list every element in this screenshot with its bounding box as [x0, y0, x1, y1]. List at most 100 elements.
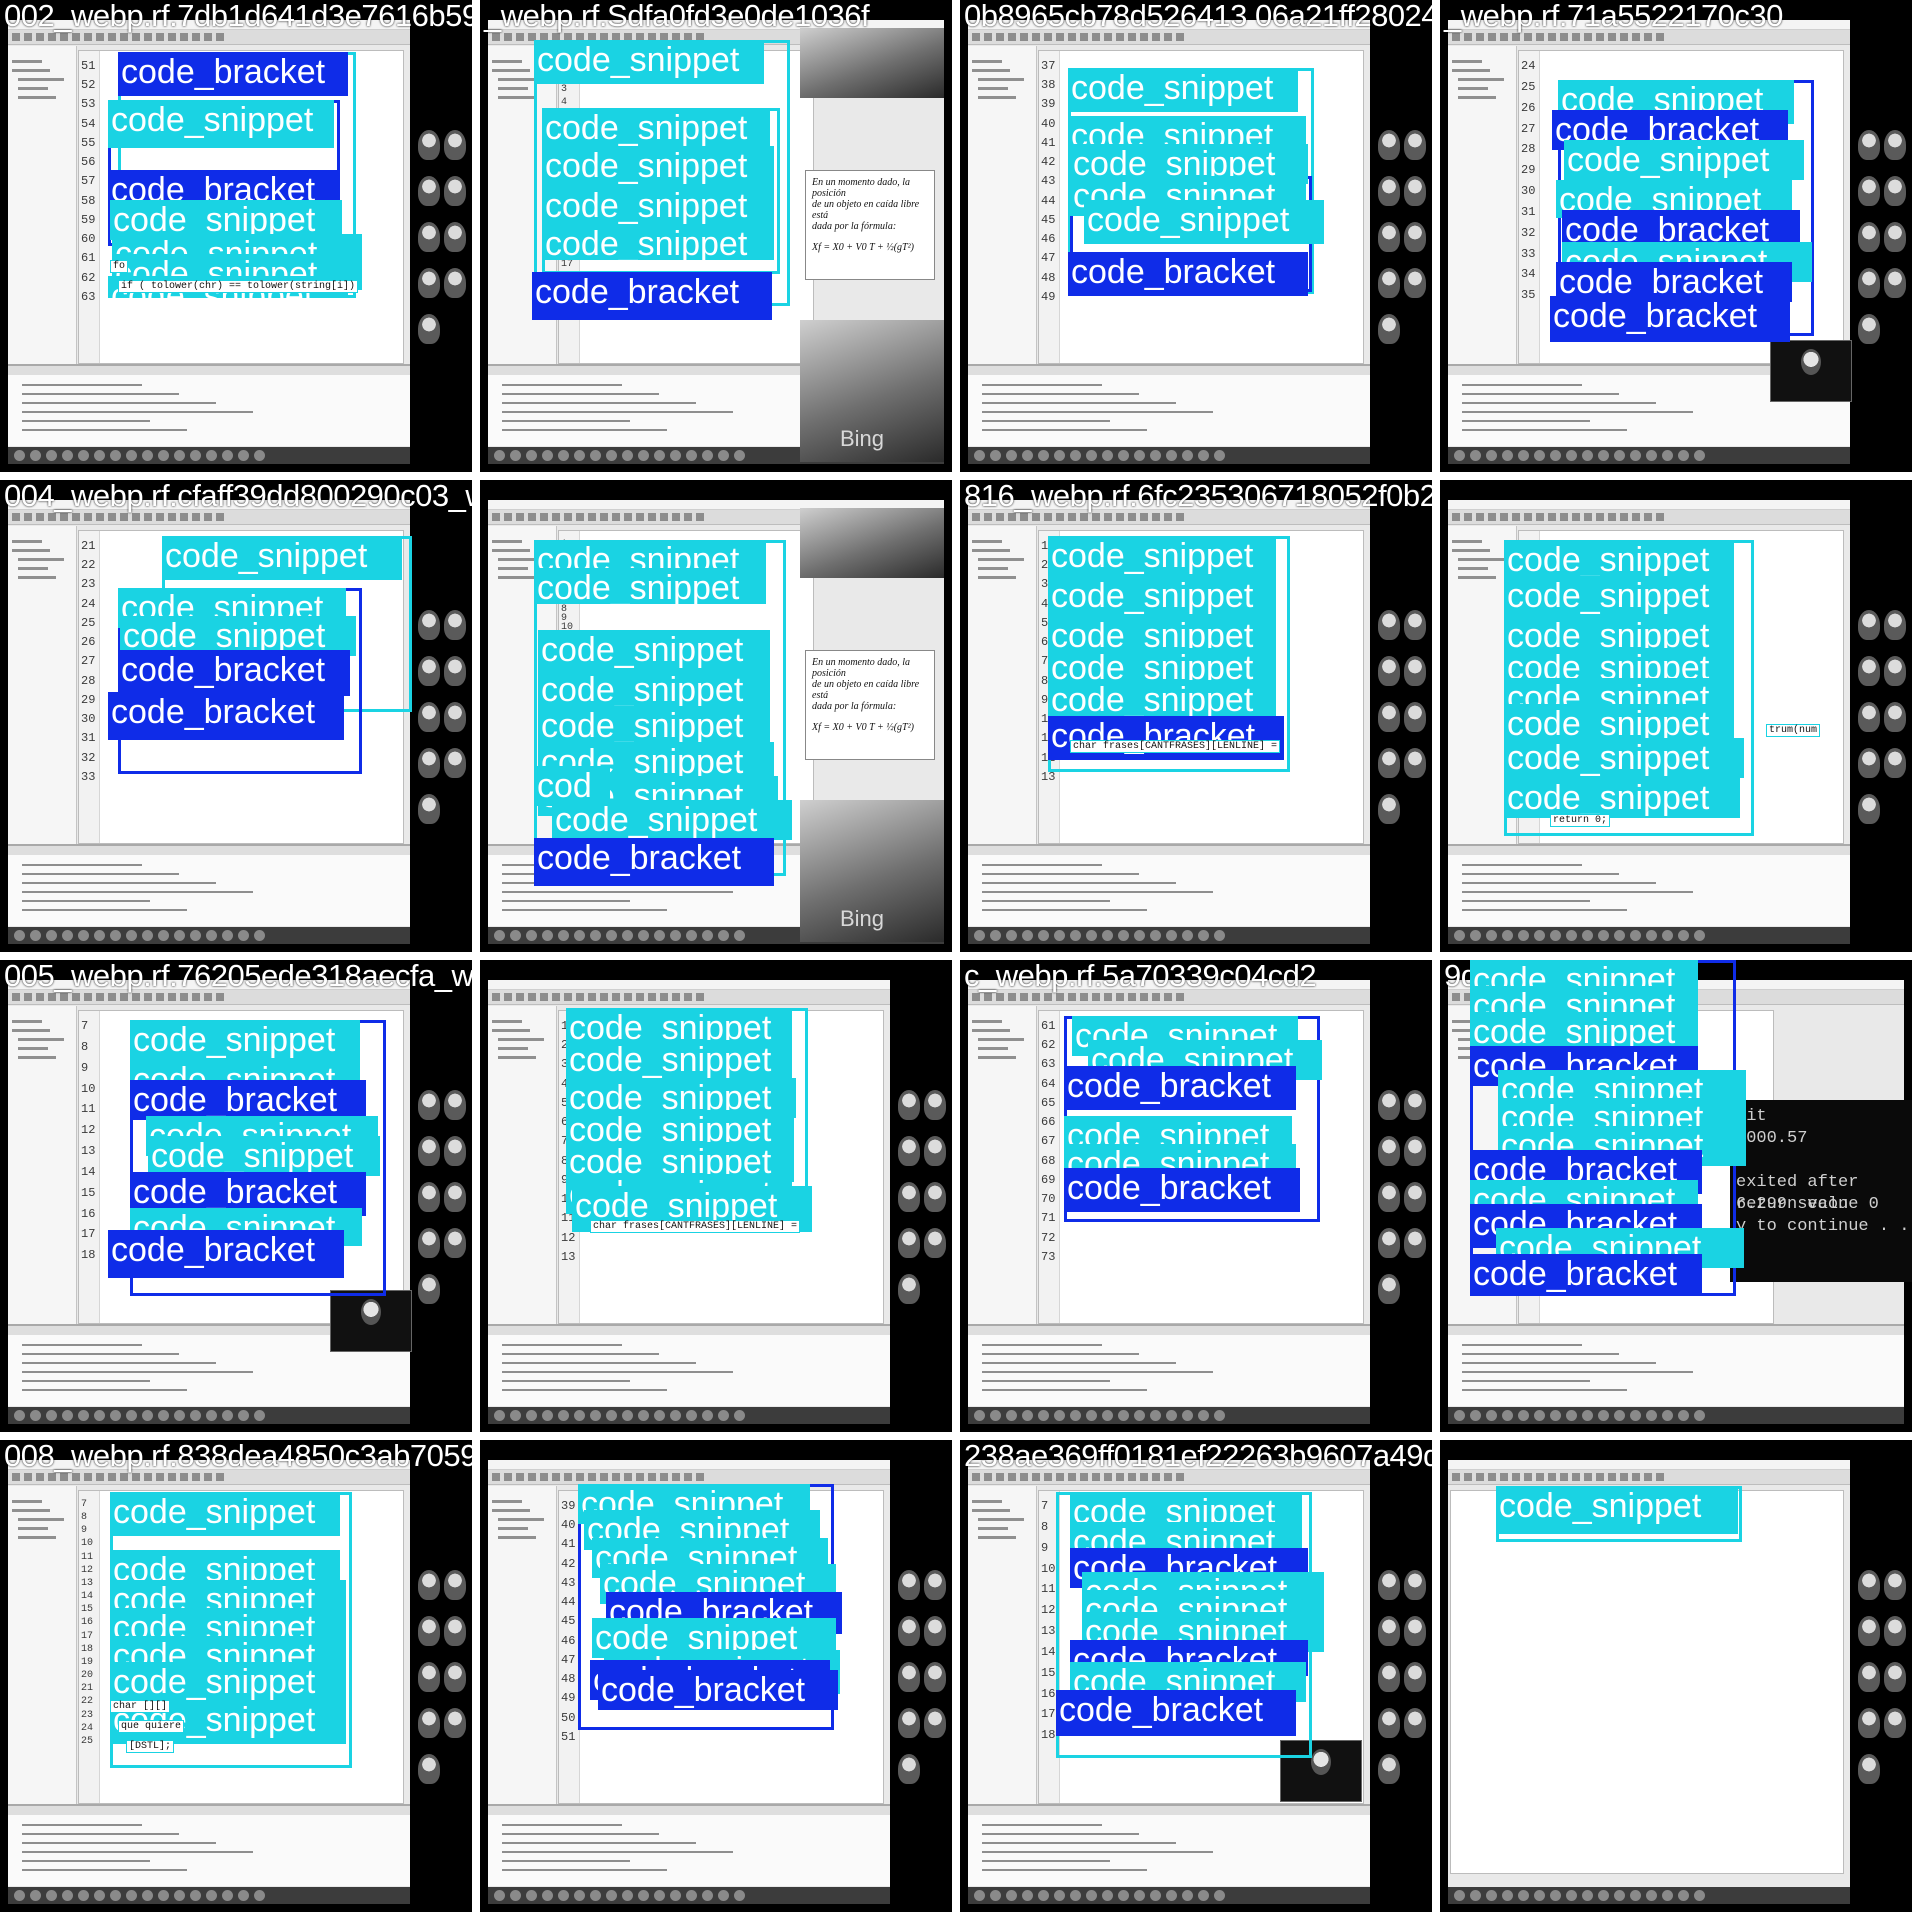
tree-item[interactable] — [492, 540, 522, 543]
taskbar-app-icon[interactable] — [30, 930, 41, 941]
toolbar-button-icon[interactable] — [1176, 993, 1184, 1001]
taskbar-app-icon[interactable] — [1134, 1410, 1145, 1421]
toolbar-button-icon[interactable] — [1512, 513, 1520, 521]
toolbar-button-icon[interactable] — [1488, 1473, 1496, 1481]
toolbar-button-icon[interactable] — [1020, 993, 1028, 1001]
toolbar-button-icon[interactable] — [1008, 1473, 1016, 1481]
taskbar-app-icon[interactable] — [1086, 930, 1097, 941]
taskbar-app-icon[interactable] — [1518, 1890, 1529, 1901]
tree-item[interactable] — [1458, 567, 1488, 570]
taskbar-app-icon[interactable] — [110, 450, 121, 461]
taskbar-app-icon[interactable] — [190, 450, 201, 461]
toolbar-button-icon[interactable] — [1500, 1473, 1508, 1481]
taskbar-app-icon[interactable] — [590, 1410, 601, 1421]
tree-item[interactable] — [972, 540, 1002, 543]
taskbar-app-icon[interactable] — [1086, 1890, 1097, 1901]
taskbar-app-icon[interactable] — [526, 1890, 537, 1901]
menu-bar[interactable] — [488, 980, 890, 990]
taskbar-app-icon[interactable] — [734, 1410, 745, 1421]
tree-item[interactable] — [12, 1500, 42, 1503]
taskbar-app-icon[interactable] — [1566, 1890, 1577, 1901]
tree-item[interactable] — [498, 567, 528, 570]
toolbar-button-icon[interactable] — [60, 513, 68, 521]
toolbar-button-icon[interactable] — [1500, 33, 1508, 41]
taskbar-app-icon[interactable] — [110, 1890, 121, 1901]
taskbar-app-icon[interactable] — [1582, 930, 1593, 941]
tree-item[interactable] — [18, 567, 48, 570]
tree-item[interactable] — [978, 1038, 1024, 1041]
toolbar-button-icon[interactable] — [72, 993, 80, 1001]
toolbar-button-icon[interactable] — [24, 513, 32, 521]
toolbar-button-icon[interactable] — [1476, 33, 1484, 41]
taskbar-app-icon[interactable] — [1550, 450, 1561, 461]
taskbar-app-icon[interactable] — [222, 1410, 233, 1421]
taskbar-app-icon[interactable] — [590, 1890, 601, 1901]
taskbar-app-icon[interactable] — [1614, 450, 1625, 461]
taskbar-app-icon[interactable] — [1070, 1410, 1081, 1421]
toolbar-button-icon[interactable] — [1056, 1473, 1064, 1481]
taskbar-app-icon[interactable] — [1022, 450, 1033, 461]
tree-item[interactable] — [492, 1500, 522, 1503]
toolbar-button-icon[interactable] — [1620, 513, 1628, 521]
taskbar-app-icon[interactable] — [1198, 930, 1209, 941]
toolbar-button-icon[interactable] — [588, 1473, 596, 1481]
toolbar-button-icon[interactable] — [1080, 33, 1088, 41]
tree-item[interactable] — [978, 1536, 1016, 1539]
taskbar-app-icon[interactable] — [1550, 1890, 1561, 1901]
toolbar-button-icon[interactable] — [516, 513, 524, 521]
toolbar-button-icon[interactable] — [1080, 993, 1088, 1001]
toolbar-button-icon[interactable] — [576, 513, 584, 521]
taskbar-app-icon[interactable] — [1150, 450, 1161, 461]
taskbar-app-icon[interactable] — [718, 450, 729, 461]
toolbar-button-icon[interactable] — [60, 993, 68, 1001]
toolbar-button-icon[interactable] — [1140, 513, 1148, 521]
toolbar-button-icon[interactable] — [672, 513, 680, 521]
taskbar-app-icon[interactable] — [142, 1890, 153, 1901]
taskbar-app-icon[interactable] — [558, 1410, 569, 1421]
toolbar-button-icon[interactable] — [504, 513, 512, 521]
taskbar-app-icon[interactable] — [670, 930, 681, 941]
taskbar-app-icon[interactable] — [574, 1410, 585, 1421]
taskbar-app-icon[interactable] — [1646, 1890, 1657, 1901]
taskbar-app-icon[interactable] — [1214, 450, 1225, 461]
toolbar-button-icon[interactable] — [588, 993, 596, 1001]
toolbar-button-icon[interactable] — [84, 513, 92, 521]
tree-item[interactable] — [492, 1020, 522, 1023]
toolbar-button-icon[interactable] — [1044, 1473, 1052, 1481]
toolbar-button-icon[interactable] — [192, 33, 200, 41]
taskbar-app-icon[interactable] — [1694, 1890, 1705, 1901]
toolbar-button-icon[interactable] — [120, 513, 128, 521]
toolbar-button-icon[interactable] — [492, 1473, 500, 1481]
tree-item[interactable] — [978, 576, 1016, 579]
toolbar-button-icon[interactable] — [564, 513, 572, 521]
toolbar-button-icon[interactable] — [120, 33, 128, 41]
toolbar-button-icon[interactable] — [1560, 1473, 1568, 1481]
toolbar-button-icon[interactable] — [1116, 1473, 1124, 1481]
tree-item[interactable] — [18, 96, 56, 99]
tree-item[interactable] — [978, 1056, 1016, 1059]
taskbar-app-icon[interactable] — [1470, 930, 1481, 941]
taskbar-app-icon[interactable] — [558, 450, 569, 461]
taskbar-app-icon[interactable] — [606, 1410, 617, 1421]
taskbar-app-icon[interactable] — [686, 930, 697, 941]
toolbar-button-icon[interactable] — [1044, 33, 1052, 41]
taskbar-app-icon[interactable] — [734, 450, 745, 461]
toolbar-button-icon[interactable] — [1104, 1473, 1112, 1481]
toolbar-button-icon[interactable] — [132, 993, 140, 1001]
toolbar-button-icon[interactable] — [1008, 993, 1016, 1001]
toolbar-button-icon[interactable] — [624, 513, 632, 521]
taskbar-app-icon[interactable] — [990, 450, 1001, 461]
tree-item[interactable] — [18, 1047, 48, 1050]
taskbar-app-icon[interactable] — [1214, 1890, 1225, 1901]
tree-item[interactable] — [498, 1536, 536, 1539]
toolbar-button-icon[interactable] — [1140, 1473, 1148, 1481]
toolbar-button-icon[interactable] — [204, 1473, 212, 1481]
taskbar-app-icon[interactable] — [1454, 1890, 1465, 1901]
toolbar-button-icon[interactable] — [48, 513, 56, 521]
taskbar-app-icon[interactable] — [1038, 450, 1049, 461]
taskbar-app-icon[interactable] — [718, 1410, 729, 1421]
taskbar-app-icon[interactable] — [1582, 1410, 1593, 1421]
taskbar-app-icon[interactable] — [1662, 1890, 1673, 1901]
taskbar-app-icon[interactable] — [1070, 450, 1081, 461]
tree-item[interactable] — [18, 1536, 56, 1539]
